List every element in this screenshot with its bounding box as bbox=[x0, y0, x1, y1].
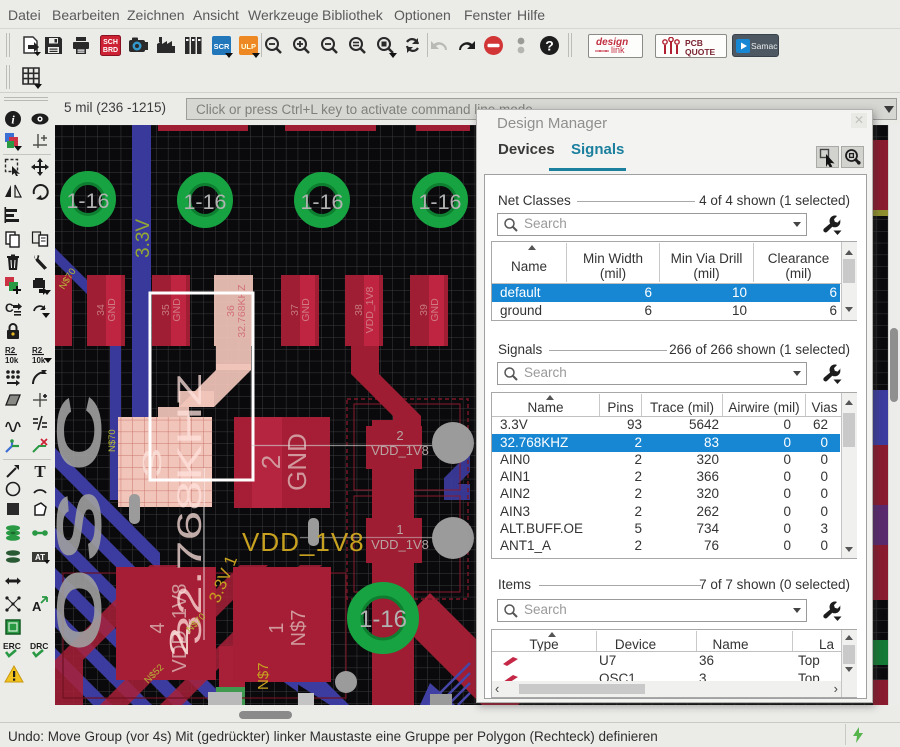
svg-text:1-16: 1-16 bbox=[183, 190, 226, 214]
svg-text:3.3V: 3.3V bbox=[133, 219, 154, 258]
svg-text:1: 1 bbox=[396, 522, 403, 537]
svg-text:VDD_1V8: VDD_1V8 bbox=[242, 527, 365, 557]
svg-text:10k: 10k bbox=[5, 356, 19, 365]
svg-text:?: ? bbox=[545, 38, 554, 54]
svg-text:S: S bbox=[55, 490, 115, 562]
svg-text:2: 2 bbox=[396, 428, 403, 443]
svg-text:C: C bbox=[5, 301, 14, 315]
svg-text:DRC: DRC bbox=[30, 641, 48, 651]
svg-text:R2: R2 bbox=[32, 346, 43, 355]
svg-text:BRD: BRD bbox=[103, 47, 118, 54]
svg-text:C: C bbox=[55, 394, 115, 472]
svg-text:SCH: SCH bbox=[103, 39, 118, 46]
svg-text:VDD_1V8: VDD_1V8 bbox=[371, 537, 429, 552]
svg-text:ULP: ULP bbox=[241, 42, 256, 51]
svg-text:10k: 10k bbox=[32, 356, 46, 365]
svg-text:T: T bbox=[34, 462, 46, 480]
svg-text:R2: R2 bbox=[5, 346, 16, 355]
svg-text:VDD_1V8: VDD_1V8 bbox=[371, 443, 429, 458]
svg-text:N$7: N$7 bbox=[255, 662, 272, 690]
svg-text:AT: AT bbox=[35, 553, 45, 562]
svg-text:1-16: 1-16 bbox=[359, 606, 407, 633]
svg-text:A: A bbox=[32, 599, 42, 613]
svg-text:1-16: 1-16 bbox=[66, 189, 109, 213]
svg-text:3: 3 bbox=[138, 448, 167, 478]
svg-text:32.768KHZ: 32.768KHZ bbox=[170, 373, 209, 645]
svg-text:O: O bbox=[55, 568, 115, 652]
svg-text:1-16: 1-16 bbox=[418, 190, 461, 214]
svg-text:ERC: ERC bbox=[3, 641, 21, 651]
svg-text:SCR: SCR bbox=[214, 42, 230, 51]
svg-text:1-16: 1-16 bbox=[300, 190, 343, 214]
